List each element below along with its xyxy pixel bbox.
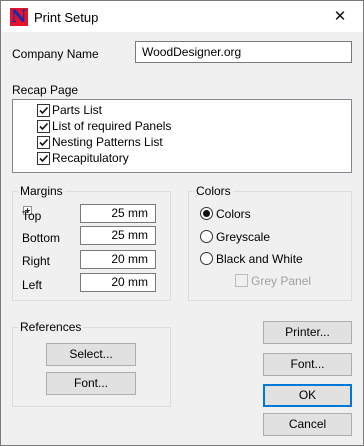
parts-list-checkbox[interactable] bbox=[37, 104, 50, 117]
cancel-button[interactable]: Cancel bbox=[263, 413, 352, 436]
greyscale-radio[interactable] bbox=[200, 230, 213, 243]
app-icon: N bbox=[10, 8, 28, 26]
margins-group-title: Margins bbox=[18, 184, 65, 198]
margin-top-label: Top bbox=[22, 209, 42, 223]
ok-button[interactable]: OK bbox=[263, 384, 352, 407]
margin-left-input[interactable]: 20 mm bbox=[80, 273, 156, 292]
references-select-button[interactable]: Select... bbox=[46, 343, 136, 366]
references-group bbox=[12, 327, 171, 407]
recapitulatory-label: Recapitulatory bbox=[52, 151, 129, 165]
margin-right-input[interactable]: 20 mm bbox=[80, 250, 156, 269]
font-button[interactable]: Font... bbox=[263, 353, 352, 376]
margin-bottom-input[interactable]: 25 mm bbox=[80, 226, 156, 245]
grey-panel-label: Grey Panel bbox=[251, 274, 312, 288]
company-name-input[interactable]: WoodDesigner.org bbox=[135, 41, 352, 63]
window-title: Print Setup bbox=[34, 10, 99, 25]
checkmark-icon bbox=[39, 154, 49, 163]
nesting-patterns-label: Nesting Patterns List bbox=[52, 135, 163, 149]
checkmark-icon bbox=[39, 138, 49, 147]
recap-page-label: Recap Page bbox=[12, 83, 79, 97]
company-name-label: Company Name bbox=[12, 47, 99, 61]
colors-radio-label: Colors bbox=[216, 207, 251, 221]
black-and-white-radio[interactable] bbox=[200, 252, 213, 265]
parts-list-label: Parts List bbox=[52, 103, 103, 117]
colors-group-title: Colors bbox=[194, 184, 233, 198]
references-font-button[interactable]: Font... bbox=[46, 372, 136, 395]
recap-page-tree: Parts List List of required Panels Nesti… bbox=[12, 99, 352, 215]
colors-radio[interactable] bbox=[200, 207, 213, 220]
black-and-white-radio-label: Black and White bbox=[216, 252, 303, 266]
checkmark-icon bbox=[39, 122, 49, 131]
recapitulatory-checkbox[interactable] bbox=[37, 152, 50, 165]
margin-left-label: Left bbox=[22, 278, 43, 292]
close-icon[interactable]: ✕ bbox=[317, 1, 363, 32]
required-panels-label: List of required Panels bbox=[52, 119, 172, 133]
greyscale-radio-label: Greyscale bbox=[216, 230, 271, 244]
references-group-title: References bbox=[18, 320, 84, 334]
margin-top-input[interactable]: 25 mm bbox=[80, 204, 156, 223]
title-bar: N Print Setup ✕ bbox=[1, 1, 363, 32]
nesting-patterns-checkbox[interactable] bbox=[37, 136, 50, 149]
margin-bottom-label: Bottom bbox=[22, 231, 61, 245]
checkmark-icon bbox=[39, 106, 49, 115]
print-setup-dialog: N Print Setup ✕ Company Name WoodDesigne… bbox=[0, 0, 364, 446]
required-panels-checkbox[interactable] bbox=[37, 120, 50, 133]
printer-button[interactable]: Printer... bbox=[263, 321, 352, 344]
grey-panel-checkbox[interactable] bbox=[235, 274, 248, 287]
margin-right-label: Right bbox=[22, 254, 51, 268]
